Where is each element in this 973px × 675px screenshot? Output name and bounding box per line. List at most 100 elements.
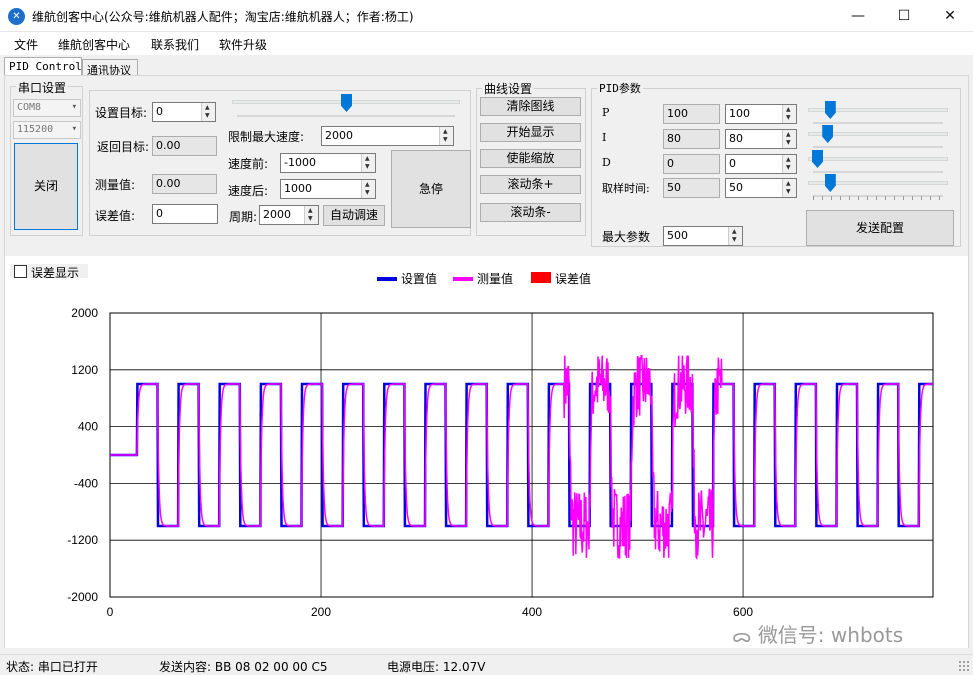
- spin-buttons[interactable]: ▲ ▼: [361, 154, 375, 172]
- clear-curve-button[interactable]: 清除图线: [480, 97, 581, 116]
- speed-front-label: 速度前:: [228, 157, 269, 171]
- pid-value: 80: [729, 132, 743, 145]
- spin-buttons[interactable]: ▲ ▼: [304, 206, 318, 224]
- return-target-label: 返回目标:: [97, 140, 150, 154]
- legend-label: 测量值: [477, 271, 513, 286]
- spin-up-icon: ▲: [365, 155, 370, 162]
- spin-buttons[interactable]: ▲ ▼: [782, 105, 796, 123]
- x-tick-label: 200: [311, 605, 331, 619]
- baud-value: 115200: [17, 124, 54, 135]
- spin-up-icon: ▲: [205, 104, 210, 111]
- pid-slider-rail: [813, 171, 943, 173]
- period-label: 周期:: [229, 210, 258, 224]
- auto-speed-button[interactable]: 自动调速: [323, 205, 385, 226]
- pid-slider-track: [808, 157, 948, 161]
- menu-bar: [0, 32, 973, 55]
- max-param-input[interactable]: 500 ▲ ▼: [663, 226, 743, 246]
- spin-down-icon: ▼: [786, 139, 791, 146]
- legend-swatch: [453, 277, 473, 281]
- y-tick-label: -400: [74, 476, 98, 490]
- max-param-label: 最大参数: [602, 230, 651, 244]
- target-slider-rail: [237, 115, 455, 117]
- pid-row-label: P: [602, 106, 610, 119]
- spin-up-icon: ▲: [786, 131, 791, 138]
- spin-down-icon: ▼: [786, 164, 791, 171]
- menu-upgrade[interactable]: 软件升级: [219, 36, 267, 53]
- max-speed-label: 限制最大速度:: [228, 130, 305, 144]
- period-value: 2000: [263, 208, 291, 221]
- plot-frame: [109, 312, 934, 598]
- spin-buttons[interactable]: ▲ ▼: [439, 127, 453, 145]
- minimize-button[interactable]: —: [835, 0, 881, 32]
- slider-ticks: [813, 196, 947, 200]
- spin-buttons[interactable]: ▲ ▼: [782, 155, 796, 173]
- pid-current-value: 100: [663, 104, 720, 124]
- menu-file[interactable]: 文件: [14, 36, 38, 53]
- spin-down-icon: ▼: [365, 189, 370, 196]
- watermark: ᯅ 微信号: whbots: [732, 619, 903, 648]
- watermark-text: 微信号: whbots: [757, 623, 904, 647]
- serial-toggle-button[interactable]: 关闭: [14, 143, 78, 230]
- menu-contact[interactable]: 联系我们: [151, 36, 199, 53]
- port-value: COM8: [17, 102, 42, 113]
- max-param-value: 500: [667, 229, 688, 242]
- pid-current-value: 50: [663, 178, 720, 198]
- set-target-input[interactable]: 0 ▲ ▼: [152, 102, 216, 122]
- status-sent: 发送内容: BB 08 02 00 00 C5: [159, 660, 328, 674]
- pid-value-input[interactable]: 50 ▲ ▼: [725, 178, 797, 198]
- enable-zoom-button[interactable]: 使能缩放: [480, 149, 581, 168]
- port-select[interactable]: COM8 ▾: [13, 99, 81, 117]
- pid-row-label: 取样时间:: [602, 182, 650, 195]
- x-tick-label: 0: [107, 605, 114, 619]
- spin-up-icon: ▲: [786, 180, 791, 187]
- period-input[interactable]: 2000 ▲ ▼: [259, 205, 319, 225]
- status-state: 状态: 串口已打开: [6, 660, 98, 674]
- error-label: 误差值:: [95, 209, 136, 223]
- y-tick-label: 2000: [71, 306, 98, 320]
- speed-front-input[interactable]: -1000 ▲ ▼: [280, 153, 376, 173]
- spin-buttons[interactable]: ▲ ▼: [361, 180, 375, 198]
- spin-buttons[interactable]: ▲ ▼: [201, 103, 215, 121]
- max-speed-input[interactable]: 2000 ▲ ▼: [321, 126, 454, 146]
- y-tick-label: -1200: [67, 533, 98, 547]
- y-tick-label: -2000: [67, 590, 98, 604]
- spin-down-icon: ▼: [443, 136, 448, 143]
- pid-row-label: D: [602, 156, 611, 169]
- x-tick-label: 400: [522, 605, 542, 619]
- error-field[interactable]: 0: [152, 204, 218, 224]
- baud-select[interactable]: 115200 ▾: [13, 121, 81, 139]
- speed-front-value: -1000: [284, 156, 316, 169]
- y-tick-label: 400: [78, 420, 98, 434]
- set-target-value: 0: [156, 105, 163, 118]
- scrollbar-minus-button[interactable]: 滚动条-: [480, 203, 581, 222]
- speed-back-input[interactable]: 1000 ▲ ▼: [280, 179, 376, 199]
- spin-buttons[interactable]: ▲ ▼: [782, 130, 796, 148]
- spin-buttons[interactable]: ▲ ▼: [728, 227, 742, 245]
- measured-label: 测量值:: [95, 178, 136, 192]
- spin-buttons[interactable]: ▲ ▼: [782, 179, 796, 197]
- scrollbar-plus-button[interactable]: 滚动条+: [480, 175, 581, 194]
- max-speed-value: 2000: [325, 129, 353, 142]
- tab-pid-control[interactable]: PID Control: [4, 57, 82, 77]
- maximize-button[interactable]: ☐: [881, 0, 927, 32]
- spin-down-icon: ▼: [308, 215, 313, 222]
- start-display-button[interactable]: 开始显示: [480, 123, 581, 142]
- send-config-button[interactable]: 发送配置: [806, 210, 954, 246]
- chevron-down-icon: ▾: [71, 102, 77, 112]
- status-voltage: 电源电压: 12.07V: [387, 660, 486, 674]
- speed-back-label: 速度后:: [228, 184, 269, 198]
- menu-maker-center[interactable]: 维航创客中心: [58, 36, 130, 53]
- status-bar: [0, 654, 973, 674]
- pid-group-label: PID参数: [597, 80, 643, 96]
- estop-button[interactable]: 急停: [391, 150, 471, 228]
- pid-value-input[interactable]: 0 ▲ ▼: [725, 154, 797, 174]
- close-window-button[interactable]: ✕: [927, 0, 973, 32]
- pid-slider-rail: [813, 146, 943, 148]
- pid-slider-rail: [813, 122, 943, 124]
- pid-value-input[interactable]: 80 ▲ ▼: [725, 129, 797, 149]
- legend-label: 设置值: [401, 271, 437, 286]
- spin-up-icon: ▲: [308, 207, 313, 214]
- pid-value-input[interactable]: 100 ▲ ▼: [725, 104, 797, 124]
- window-title: 维航创客中心(公众号:维航机器人配件；淘宝店:维航机器人；作者:杨工): [32, 10, 414, 24]
- resize-grip-icon[interactable]: [958, 660, 970, 672]
